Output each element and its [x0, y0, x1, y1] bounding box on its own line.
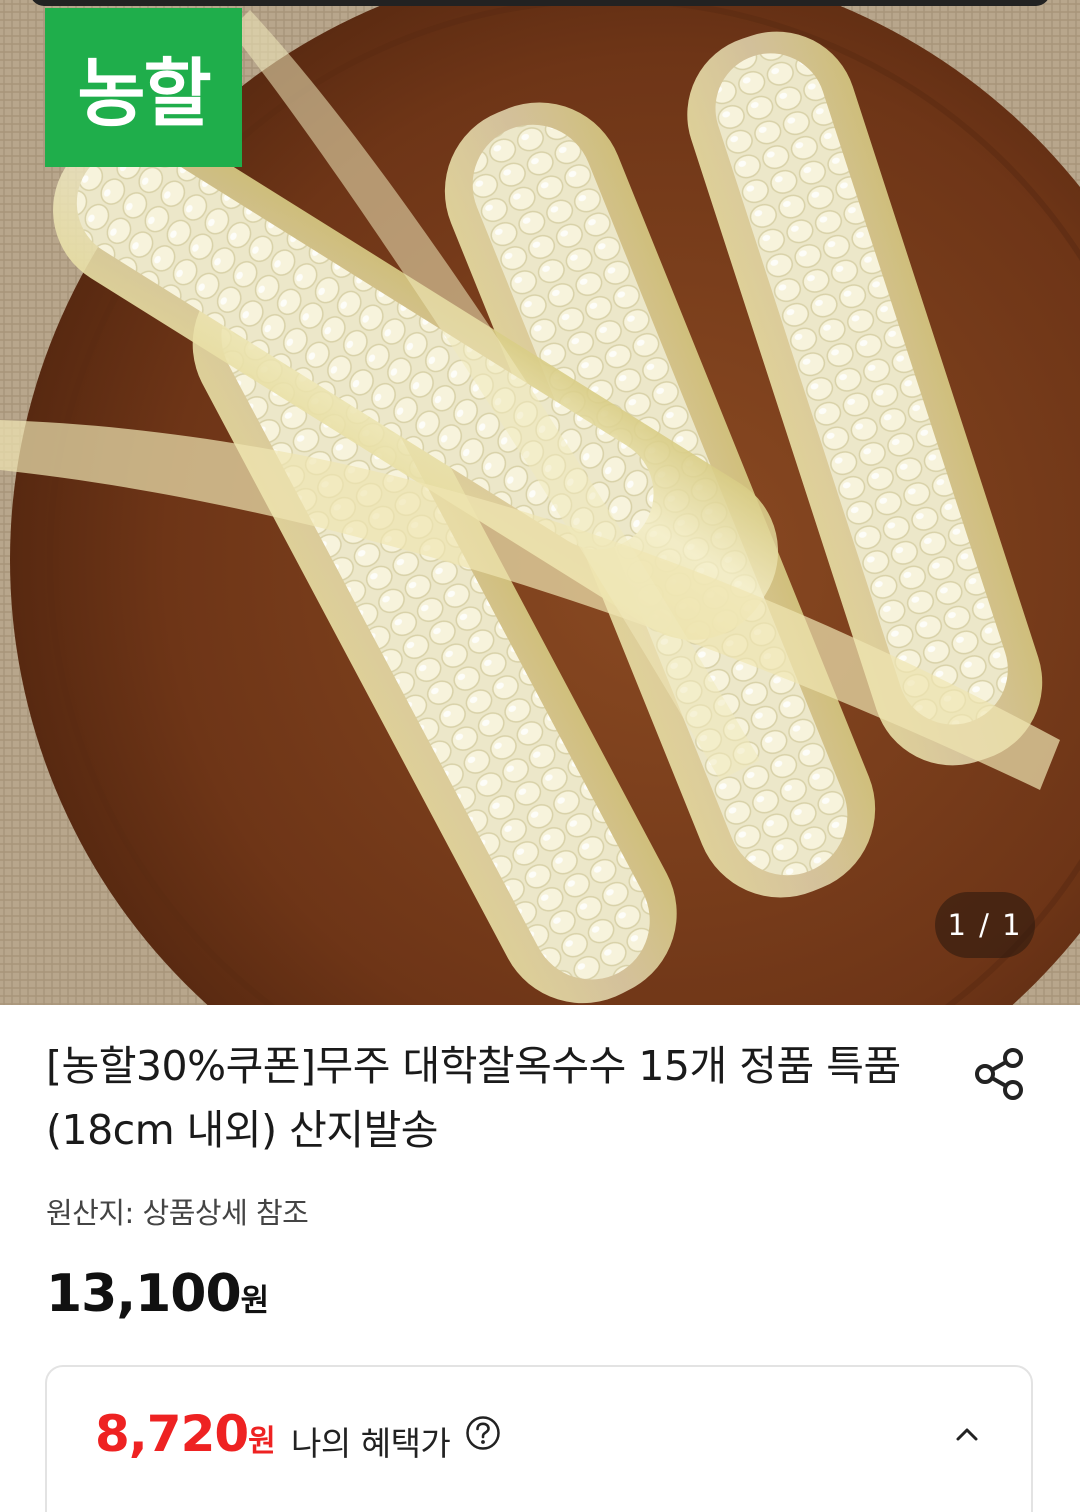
product-title: [농할30%쿠폰]무주 대학찰옥수수 15개 정품 특품(18cm 내외) 산지…	[46, 1042, 901, 1154]
price-unit: 원	[240, 1283, 270, 1319]
promo-badge: 농할	[45, 8, 242, 167]
benefit-price-unit: 원	[248, 1424, 276, 1459]
promo-badge-text: 농할	[77, 51, 211, 137]
status-bar-edge	[30, 0, 1050, 6]
benefit-label: 나의 혜택가	[291, 1424, 451, 1463]
product-detail-page: 농할 1 / 1 [농할30%쿠폰]무주 대학찰옥수수 15개 정품 특품(18…	[0, 0, 1080, 1512]
share-button[interactable]	[972, 1046, 1028, 1102]
benefit-price-panel[interactable]: 8,720원 나의 혜택가	[45, 1365, 1033, 1512]
benefit-price: 8,720원	[95, 1405, 276, 1463]
product-price: 13,100원	[46, 1264, 269, 1324]
product-image[interactable]: 농할 1 / 1	[0, 0, 1080, 1005]
share-icon	[975, 1048, 1023, 1100]
question-circle-icon[interactable]	[465, 1415, 501, 1451]
image-page-counter: 1 / 1	[935, 892, 1035, 958]
price-value: 13,100	[46, 1264, 242, 1324]
origin-info: 원산지: 상품상세 참조	[46, 1196, 309, 1230]
benefit-price-value: 8,720	[95, 1405, 249, 1463]
chevron-up-icon[interactable]	[953, 1423, 981, 1445]
